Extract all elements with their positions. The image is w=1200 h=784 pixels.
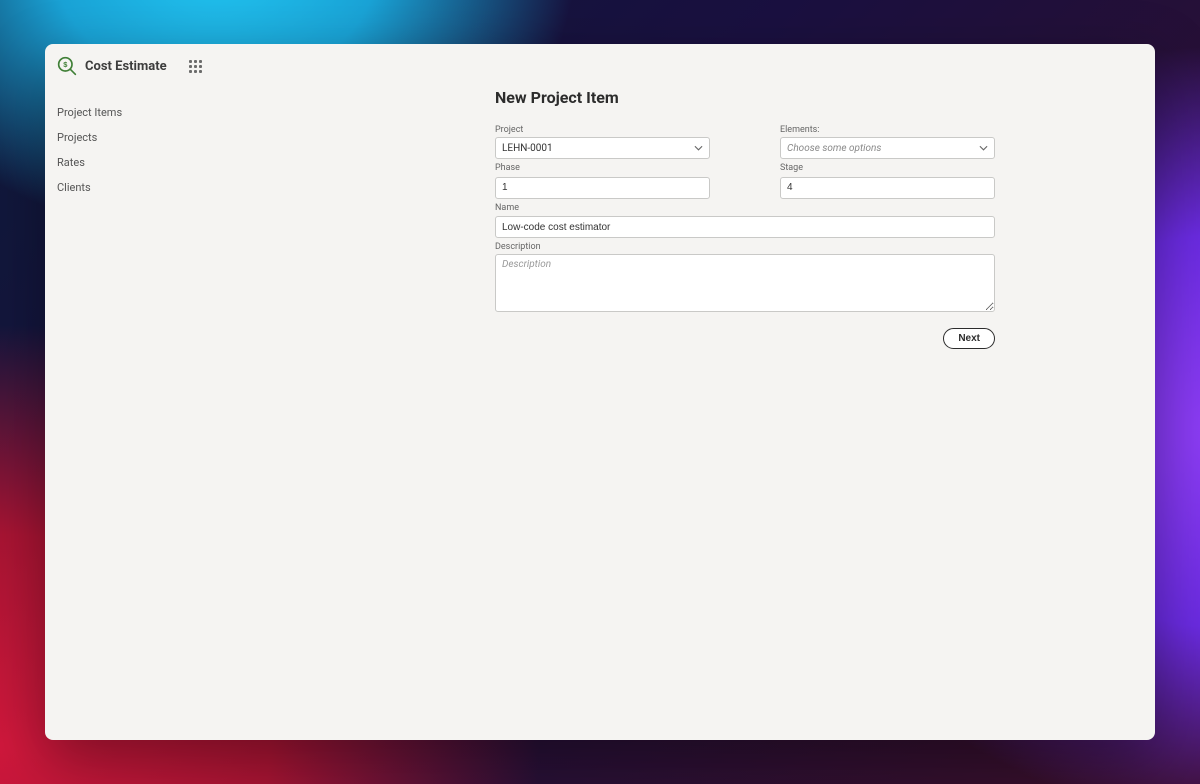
phase-label: Phase [495, 163, 710, 173]
app-window: $ Cost Estimate Project Items Projects R… [45, 44, 1155, 740]
dollar-magnifier-icon: $ [57, 56, 77, 76]
description-field[interactable] [495, 254, 995, 312]
stage-label: Stage [780, 163, 995, 173]
project-label: Project [495, 125, 710, 135]
sidebar: Project Items Projects Rates Clients [45, 88, 195, 740]
stage-field[interactable] [780, 177, 995, 199]
app-title: Cost Estimate [85, 59, 167, 74]
sidebar-item-project-items[interactable]: Project Items [57, 100, 195, 125]
chevron-down-icon [979, 144, 988, 153]
phase-field[interactable] [495, 177, 710, 199]
elements-label: Elements: [780, 125, 995, 135]
svg-text:$: $ [63, 60, 68, 69]
name-label: Name [495, 203, 995, 213]
elements-select[interactable]: Choose some options [780, 137, 995, 159]
brand: $ Cost Estimate [57, 56, 167, 76]
page-title: New Project Item [495, 88, 995, 107]
new-project-item-form: New Project Item Project LEHN-0001 [495, 88, 995, 740]
topbar: $ Cost Estimate [45, 44, 1155, 88]
main-content: New Project Item Project LEHN-0001 [195, 88, 1155, 740]
apps-menu-icon[interactable] [189, 60, 202, 73]
description-label: Description [495, 242, 995, 252]
sidebar-item-clients[interactable]: Clients [57, 175, 195, 200]
chevron-down-icon [694, 144, 703, 153]
project-select-value: LEHN-0001 [502, 143, 553, 154]
app-body: Project Items Projects Rates Clients New… [45, 88, 1155, 740]
sidebar-item-projects[interactable]: Projects [57, 125, 195, 150]
elements-select-placeholder: Choose some options [787, 143, 881, 154]
next-button[interactable]: Next [943, 328, 995, 349]
sidebar-item-rates[interactable]: Rates [57, 150, 195, 175]
project-select[interactable]: LEHN-0001 [495, 137, 710, 159]
desktop-background: $ Cost Estimate Project Items Projects R… [0, 0, 1200, 784]
form-actions: Next [495, 328, 995, 349]
name-field[interactable] [495, 216, 995, 238]
